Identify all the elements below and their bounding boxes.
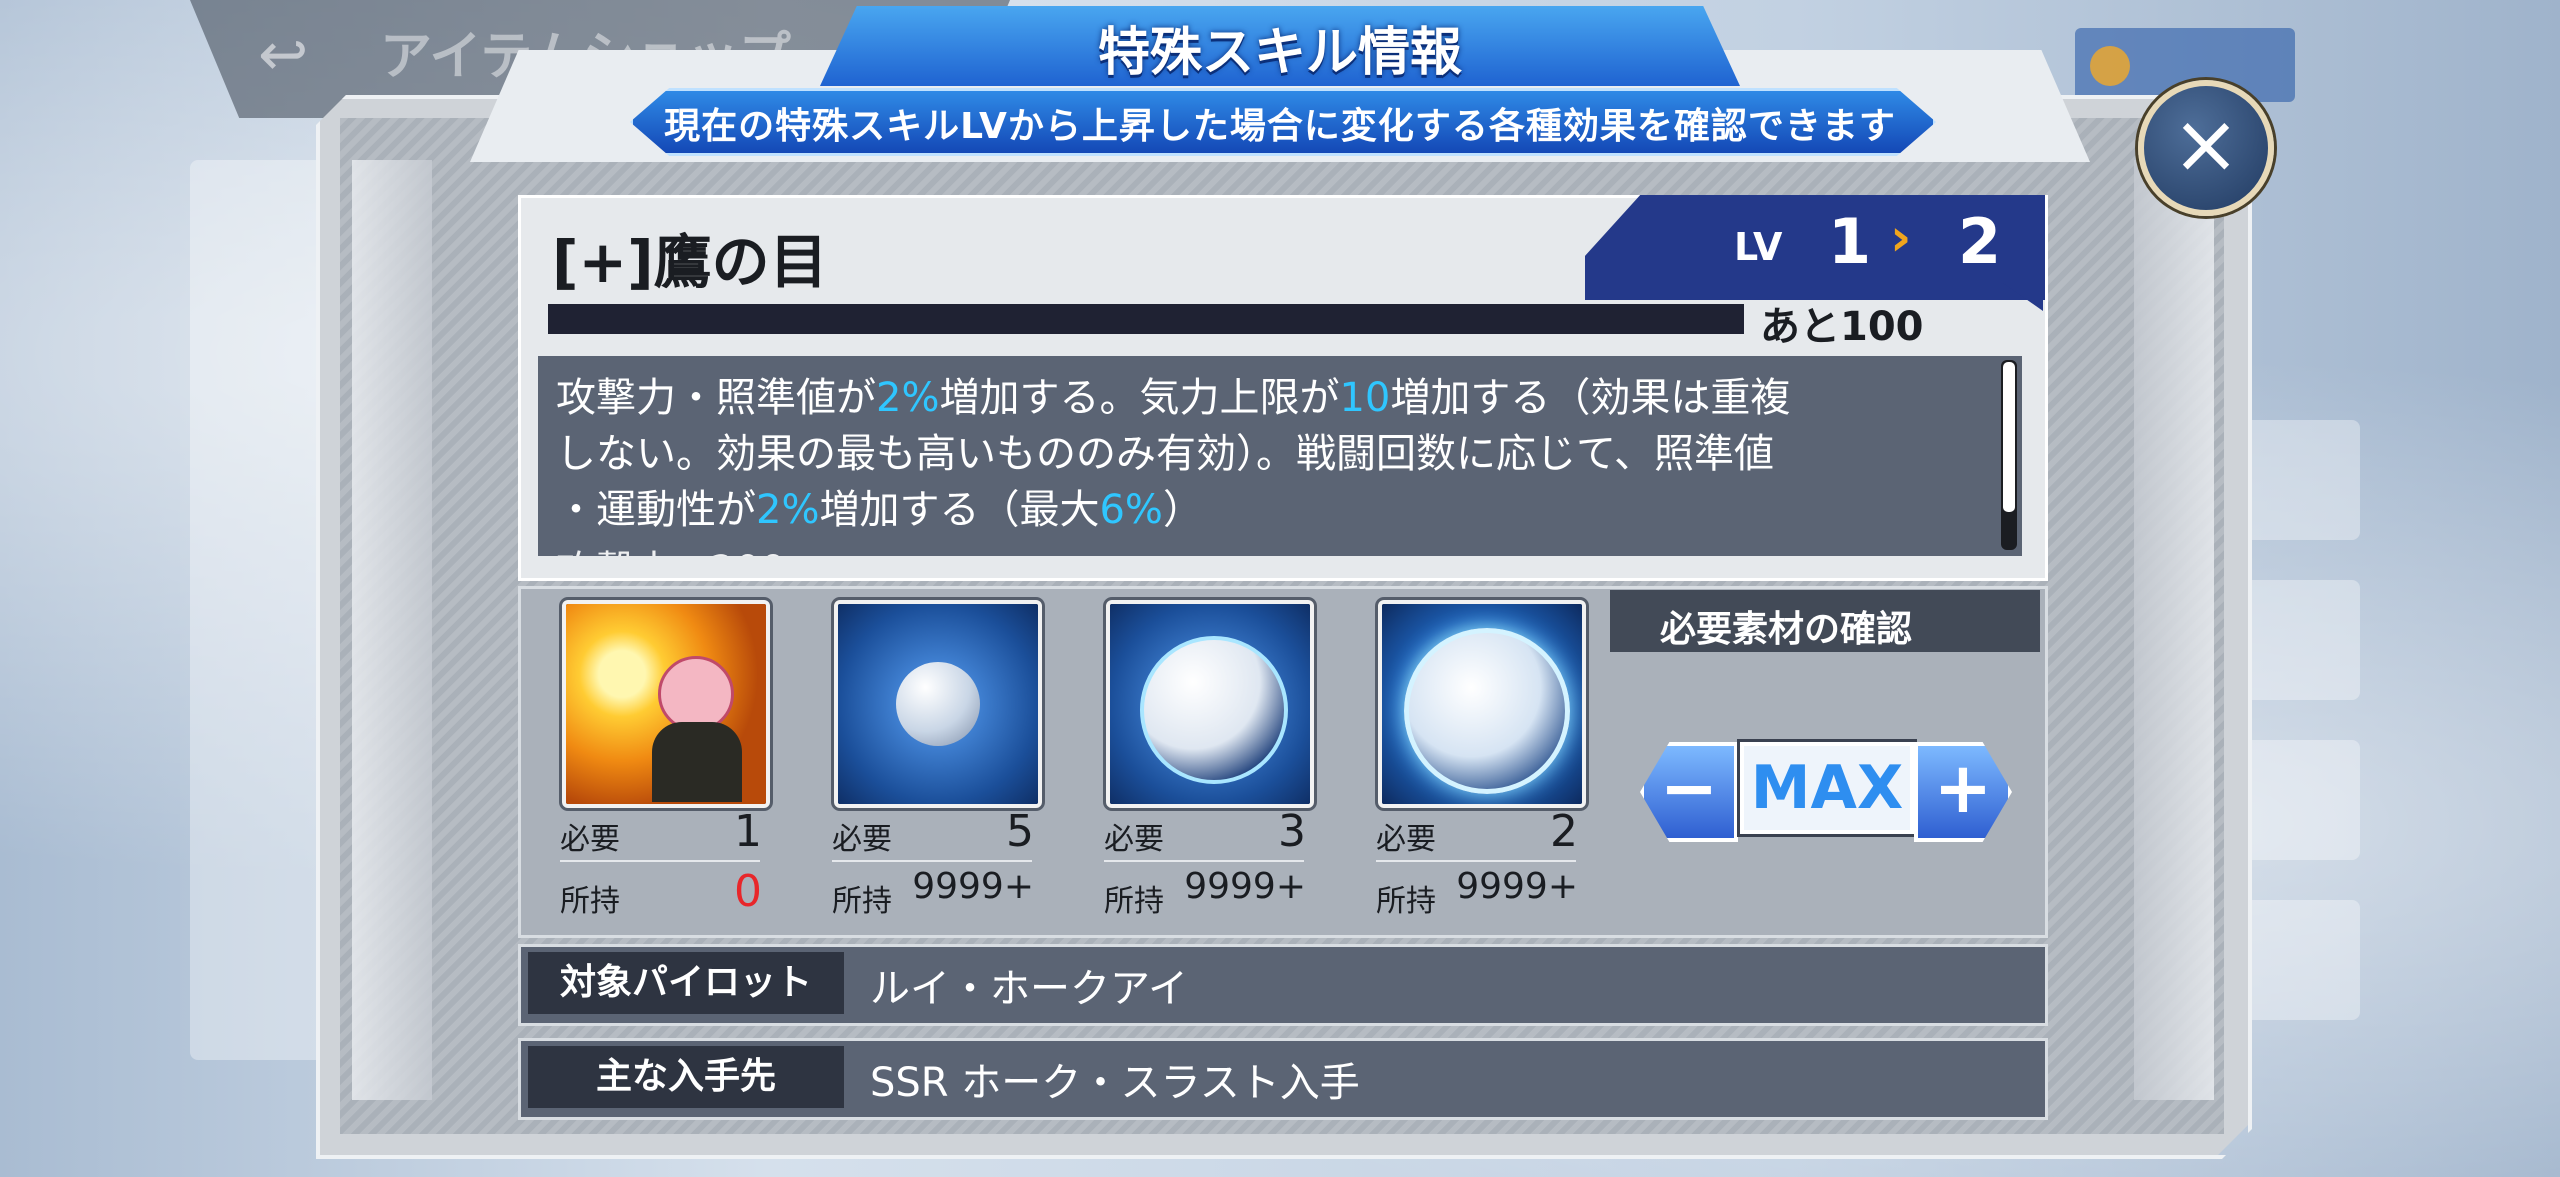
source-value: SSR ホーク・スラスト入手 xyxy=(870,1060,1360,1106)
quantity-minus-button[interactable]: − xyxy=(1640,742,1738,842)
description-text-segment: 増加する。気力上限が xyxy=(939,375,1340,421)
description-scroll-thumb[interactable] xyxy=(2003,362,2015,512)
material-slot-2[interactable] xyxy=(834,600,1042,808)
required-count: 2 xyxy=(1550,806,1578,857)
background-panel-right-1 xyxy=(2230,420,2360,540)
exp-bar xyxy=(548,304,1744,334)
background-panel-right-4 xyxy=(2230,900,2360,1020)
materials-header-label: 必要素材の確認 xyxy=(1660,609,1913,650)
count-divider xyxy=(832,860,1032,862)
description-highlight-value: 6% xyxy=(1099,487,1163,533)
close-button[interactable]: × xyxy=(2138,80,2274,216)
quantity-max-button[interactable]: MAX xyxy=(1740,742,1914,834)
material-slot-1[interactable] xyxy=(562,600,770,808)
description-highlight-value: 2% xyxy=(876,375,940,421)
quantity-control: − MAX + xyxy=(1640,742,2012,842)
owned-count: 9999+ xyxy=(1456,866,1578,907)
description-highlight-value: 2% xyxy=(756,487,820,533)
level-current: 1 xyxy=(1828,205,1872,278)
count-divider xyxy=(1376,860,1576,862)
background-panel-right-3 xyxy=(2230,740,2360,860)
owned-count: 0 xyxy=(734,866,762,917)
level-arrow-icon: › xyxy=(1890,208,1912,268)
owned-count: 9999+ xyxy=(1184,866,1306,907)
description-text-segment: 増加する（最大 xyxy=(819,487,1100,533)
small-skill-orb-icon xyxy=(838,604,1038,804)
medium-skill-orb-icon xyxy=(1110,604,1310,804)
skill-name: [+]鷹の目 xyxy=(552,228,828,296)
material-slot-3[interactable] xyxy=(1106,600,1314,808)
quantity-plus-button[interactable]: + xyxy=(1914,742,2012,842)
required-count: 3 xyxy=(1278,806,1306,857)
required-count: 1 xyxy=(734,806,762,857)
required-count: 5 xyxy=(1006,806,1034,857)
level-label: LV xyxy=(1734,225,1783,269)
background-panel-right-2 xyxy=(2230,580,2360,700)
skill-description: 攻撃力・照準値が2%増加する。気力上限が10増加する（効果は重複 しない。効果の… xyxy=(556,370,1996,538)
exp-remaining: あと100 xyxy=(1760,304,1924,350)
description-highlight-value: 10 xyxy=(1339,375,1391,421)
background-panel-left xyxy=(190,160,330,1060)
close-icon: × xyxy=(2171,97,2241,192)
material-slot-4[interactable] xyxy=(1378,600,1586,808)
level-box-tail xyxy=(2003,283,2043,311)
pilot-portrait-icon xyxy=(566,604,766,804)
pilot-label: 対象パイロット xyxy=(528,952,844,1014)
count-divider xyxy=(1104,860,1304,862)
level-next: 2 xyxy=(1958,205,2002,278)
back-arrow-icon: ↩ xyxy=(258,20,309,90)
dialog-title: 特殊スキル情報 xyxy=(1097,23,1462,83)
description-text-segment: 攻撃力・照準値が xyxy=(556,375,876,421)
frame-rail-right xyxy=(2134,160,2214,1100)
large-skill-orb-icon xyxy=(1382,604,1582,804)
count-divider xyxy=(560,860,760,862)
owned-count: 9999+ xyxy=(912,866,1034,907)
dialog-subtitle: 現在の特殊スキルLVから上昇した場合に変化する各種効果を確認できます xyxy=(664,106,1896,147)
pilot-value: ルイ・ホークアイ xyxy=(870,966,1188,1012)
description-text-segment: ） xyxy=(1162,487,1203,533)
skill-description-overflow: 攻撃力+200 xyxy=(556,538,786,556)
frame-rail-left xyxy=(352,160,432,1100)
source-label: 主な入手先 xyxy=(528,1046,844,1108)
coin-icon xyxy=(2090,46,2130,86)
